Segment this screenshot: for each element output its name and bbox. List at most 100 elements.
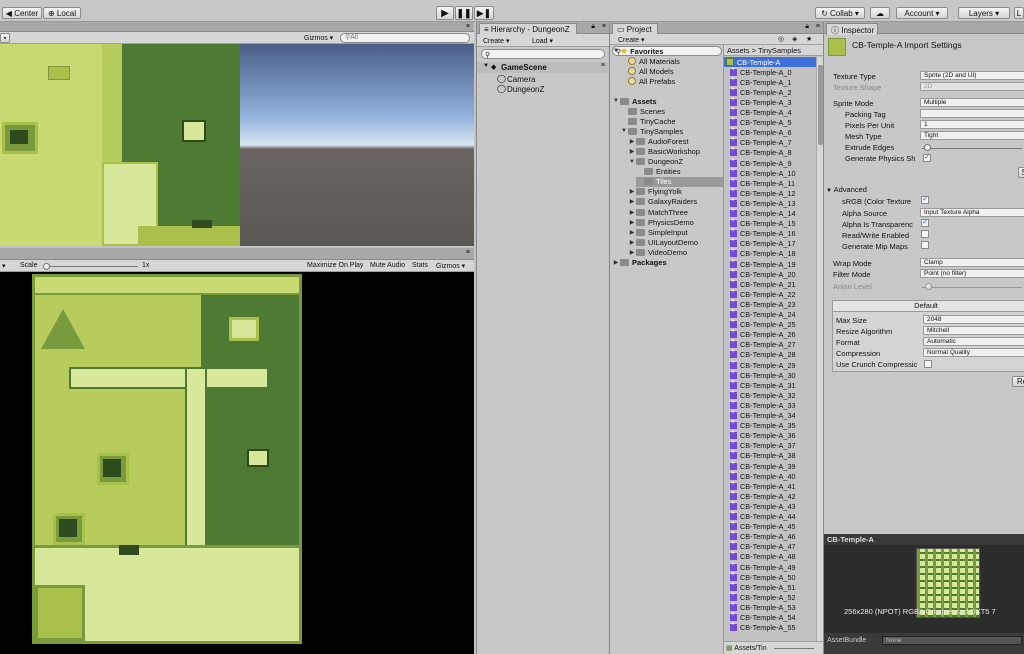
file-item[interactable]: CB-Temple-A_38 [724, 449, 816, 461]
srgb-checkbox[interactable]: ✓ [921, 196, 929, 204]
alpha-source-dropdown[interactable]: Input Texture Alpha [920, 208, 1024, 217]
sprite-mode-dropdown[interactable]: Multiple [920, 98, 1024, 107]
hierarchy-load-dropdown[interactable]: Load ▾ [532, 37, 553, 45]
expand-arrow-icon[interactable]: ▶ [628, 138, 636, 145]
tree-folder-galaxyraiders[interactable]: ▶ GalaxyRaiders [628, 197, 698, 207]
project-create-dropdown[interactable]: Create ▾ [618, 36, 644, 44]
scene-canvas[interactable] [0, 44, 474, 246]
stats-toggle[interactable]: Stats [412, 262, 428, 269]
filter-by-label-icon[interactable]: ◈ [792, 35, 797, 43]
panel-menu-icon[interactable]: ≡ [816, 23, 820, 30]
maximize-on-play-toggle[interactable]: Maximize On Play [307, 262, 363, 269]
file-item[interactable]: CB-Temple-A_18 [724, 247, 816, 259]
file-item[interactable]: CB-Temple-A_54 [724, 611, 816, 623]
file-item[interactable]: CB-Temple-A_17 [724, 237, 816, 249]
tree-folder-basicworkshop[interactable]: ▶ BasicWorkshop [628, 146, 700, 156]
expand-arrow-icon[interactable]: ▶ [628, 219, 636, 226]
tree-favorites[interactable]: ▼ ★ Favorites [612, 46, 663, 56]
play-button[interactable]: ▶ [436, 6, 454, 20]
layout-dropdown[interactable]: L [1014, 7, 1024, 19]
scale-slider-thumb[interactable] [43, 263, 50, 270]
file-item[interactable]: CB-Temple-A_40 [724, 470, 816, 481]
favorite-star-icon[interactable]: ★ [806, 35, 812, 43]
tree-packages[interactable]: ▶ Packages [612, 257, 667, 267]
file-item[interactable]: CB-Temple-A_21 [724, 278, 816, 289]
tree-assets[interactable]: ▼ Assets [612, 96, 657, 106]
crunch-checkbox[interactable] [924, 360, 932, 368]
mipmaps-checkbox[interactable] [921, 241, 929, 249]
generate-physics-checkbox[interactable]: ✓ [923, 154, 931, 162]
tree-folder-scenes[interactable]: Scenes [620, 106, 665, 116]
tree-folder-tinycache[interactable]: TinyCache [620, 116, 676, 126]
tree-folder-audioforest[interactable]: ▶ AudioForest [628, 136, 689, 146]
file-item[interactable]: CB-Temple-A_20 [724, 268, 816, 279]
file-item[interactable]: CB-Temple-A_1 [724, 76, 816, 87]
hierarchy-scene-row[interactable]: ▼ ◆ GameScene ≡ [477, 62, 609, 73]
file-item[interactable]: CB-Temple-A_16 [724, 227, 816, 239]
aniso-slider-thumb[interactable] [925, 283, 932, 290]
scene-menu-icon[interactable]: ≡ [601, 62, 605, 69]
panel-menu-icon[interactable]: ≡ [466, 23, 470, 30]
file-item[interactable]: CB-Temple-A_45 [724, 520, 816, 532]
expand-arrow-icon[interactable]: ▶ [628, 188, 636, 195]
file-item[interactable]: CB-Temple-A_34 [724, 409, 816, 421]
expand-arrow-icon[interactable]: ▼ [612, 48, 620, 54]
expand-arrow-icon[interactable]: ▶ [628, 229, 636, 236]
tree-folder-uilayoutdemo[interactable]: ▶ UILayoutDemo [628, 237, 698, 247]
expand-arrow-icon[interactable]: ▶ [612, 259, 620, 266]
tree-folder-tinysamples[interactable]: ▼ TinySamples [620, 126, 683, 136]
file-item[interactable]: CB-Temple-A_51 [724, 581, 816, 592]
file-item[interactable]: CB-Temple-A_14 [724, 207, 816, 219]
hierarchy-search-input[interactable]: ⚲ [481, 49, 605, 59]
file-item[interactable]: CB-Temple-A_52 [724, 591, 816, 602]
resize-algorithm-dropdown[interactable]: Mitchell [923, 326, 1024, 335]
file-item[interactable]: CB-Temple-A_4 [724, 106, 816, 118]
file-item[interactable]: CB-Temple-A_47 [724, 540, 816, 552]
cloud-button[interactable]: ☁ [870, 7, 890, 19]
expand-arrow-icon[interactable]: ▼ [620, 128, 628, 134]
file-item[interactable]: CB-Temple-A_48 [724, 550, 816, 562]
file-item[interactable]: CB-Temple-A_10 [724, 167, 816, 178]
file-item[interactable]: CB-Temple-A_29 [724, 359, 816, 370]
lock-icon[interactable]: 🔒︎ [591, 23, 595, 31]
preview-header[interactable]: CB-Temple-A [824, 534, 1024, 545]
expand-arrow-icon[interactable]: ▶ [628, 249, 636, 256]
expand-arrow-icon[interactable]: ▶ [628, 239, 636, 246]
file-item[interactable]: CB-Temple-A_2 [724, 86, 816, 97]
file-item[interactable]: CB-Temple-A_27 [724, 338, 816, 350]
format-dropdown[interactable]: Automatic [923, 337, 1024, 346]
file-item[interactable]: CB-Temple-A_15 [724, 217, 816, 229]
file-item[interactable]: CB-Temple-A_23 [724, 298, 816, 309]
filter-by-type-icon[interactable]: ◎ [778, 35, 784, 43]
game-canvas[interactable] [32, 274, 302, 644]
pause-button[interactable]: ❚❚ [455, 6, 473, 20]
tree-folder-physicsdemo[interactable]: ▶ PhysicsDemo [628, 217, 694, 227]
alpha-transparency-checkbox[interactable]: ✓ [921, 219, 929, 227]
layers-dropdown[interactable]: Layers ▾ [958, 7, 1010, 19]
file-item[interactable]: CB-Temple-A_8 [724, 146, 816, 158]
file-item[interactable]: CB-Temple-A_31 [724, 379, 816, 390]
expand-arrow-icon[interactable]: ▶ [628, 198, 636, 205]
file-item[interactable]: CB-Temple-A_44 [724, 510, 816, 522]
read-write-checkbox[interactable] [921, 230, 929, 238]
hierarchy-create-dropdown[interactable]: Create ▾ [483, 37, 509, 45]
pivot-local-button[interactable]: ⊕ Local [43, 7, 81, 19]
scene-gizmos-dropdown[interactable]: Gizmos ▾ [304, 34, 333, 42]
file-item[interactable]: CB-Temple-A_30 [724, 369, 816, 380]
file-item[interactable]: CB-Temple-A_0 [724, 66, 816, 77]
pixels-per-unit-input[interactable]: 1 [920, 120, 1024, 129]
file-item[interactable]: CB-Temple-A_6 [724, 126, 816, 138]
tree-folder-dungeonz[interactable]: ▼ DungeonZ [628, 157, 683, 167]
file-item[interactable]: CB-Temple-A_12 [724, 187, 816, 198]
sprite-editor-button[interactable]: S [1018, 167, 1024, 178]
hierarchy-item-camera[interactable]: ◯ Camera [477, 74, 609, 84]
expand-arrow-icon[interactable]: ▼ [628, 159, 636, 165]
assetbundle-dropdown[interactable]: None [882, 636, 1022, 645]
scale-slider-track[interactable] [44, 266, 138, 267]
file-item[interactable]: CB-Temple-A_36 [724, 429, 816, 441]
packing-tag-input[interactable] [920, 109, 1024, 118]
file-item[interactable]: CB-Temple-A_49 [724, 561, 816, 572]
file-item[interactable]: CB-Temple-A_42 [724, 490, 816, 501]
file-item[interactable]: CB-Temple-A_43 [724, 500, 816, 511]
max-size-dropdown[interactable]: 2048 [923, 315, 1024, 324]
